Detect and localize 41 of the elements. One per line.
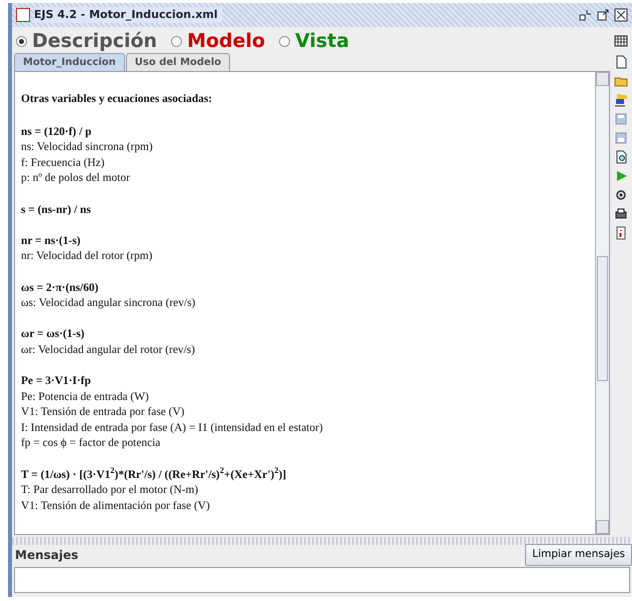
network-folder-icon[interactable] [614, 93, 628, 107]
info-icon[interactable] [614, 226, 628, 240]
tab[interactable]: Motor_Induccion [14, 53, 125, 71]
maximize-icon[interactable] [596, 8, 610, 22]
run-icon[interactable] [614, 169, 628, 183]
equation-text: s = (ns-nr) / ns [21, 202, 92, 218]
minimize-icon[interactable] [578, 8, 592, 22]
tab[interactable]: Uso del Modelo [126, 53, 230, 71]
equation-text: ωs = 2·π·(ns/60) [21, 280, 100, 296]
description-text: V1: Tensión de alimentación por fase (V) [21, 498, 211, 514]
description-text: f: Frecuencia (Hz) [21, 156, 106, 171]
preview-icon[interactable] [614, 150, 628, 164]
messages-field[interactable] [14, 567, 630, 593]
grid-icon[interactable] [614, 34, 628, 48]
equation-text: T = (1/ωs) · [(3·V1$^{2}$)*(Rr'/s) / ((Re+Rr'/s)$^{2}$+(Xe+Xr')$^{2}$)] [21, 468, 288, 483]
save-icon[interactable] [614, 112, 628, 126]
equation-text: Pe = 3·V1·I·fp [21, 374, 92, 390]
mode-radio[interactable]: Vista [279, 26, 350, 56]
description-text: V1: Tensión de entrada por fase (V) [21, 405, 186, 420]
description-text: I: Intensidad de entrada por fase (A) = I1 (intensidad en el estator) [21, 420, 324, 436]
panel-title: Mensajes [15, 547, 78, 564]
equation-text: ωr = ωs·(1-s) [21, 327, 86, 342]
equation-text: ns = (120·f) / p [21, 124, 92, 140]
description-text: ωr: Velocidad angular del rotor (rev/s) [21, 342, 196, 358]
description-text: ns: Velocidad sincrona (rpm) [21, 140, 154, 156]
window-title: EJS 4.2 - Motor_Induccion.xml [34, 6, 222, 24]
description-text: nr: Velocidad del rotor (rpm) [21, 249, 154, 264]
equation-text: nr = ns·(1-s) [21, 234, 82, 249]
clear-button[interactable]: Limpiar mensajes [525, 544, 632, 566]
description-text: p: nº de polos del motor [21, 171, 131, 186]
description-text: T: Par desarrollado por el motor (N-m) [21, 483, 200, 498]
close-icon[interactable] [614, 8, 628, 22]
equation-text: Otras variables y ecuaciones asociadas: [21, 92, 214, 107]
printer-icon[interactable] [614, 207, 628, 221]
app-icon [16, 8, 30, 22]
save-as-icon[interactable] [614, 131, 628, 145]
description-text: Pe: Potencia de entrada (W) [21, 390, 150, 405]
new-file-icon[interactable] [614, 55, 628, 69]
description-text: ωs: Velocidad angular sincrona (rev/s) [21, 296, 196, 312]
description-text: fp = cos ϕ = factor de potencia [21, 436, 162, 452]
scrollbar[interactable] [595, 72, 609, 534]
